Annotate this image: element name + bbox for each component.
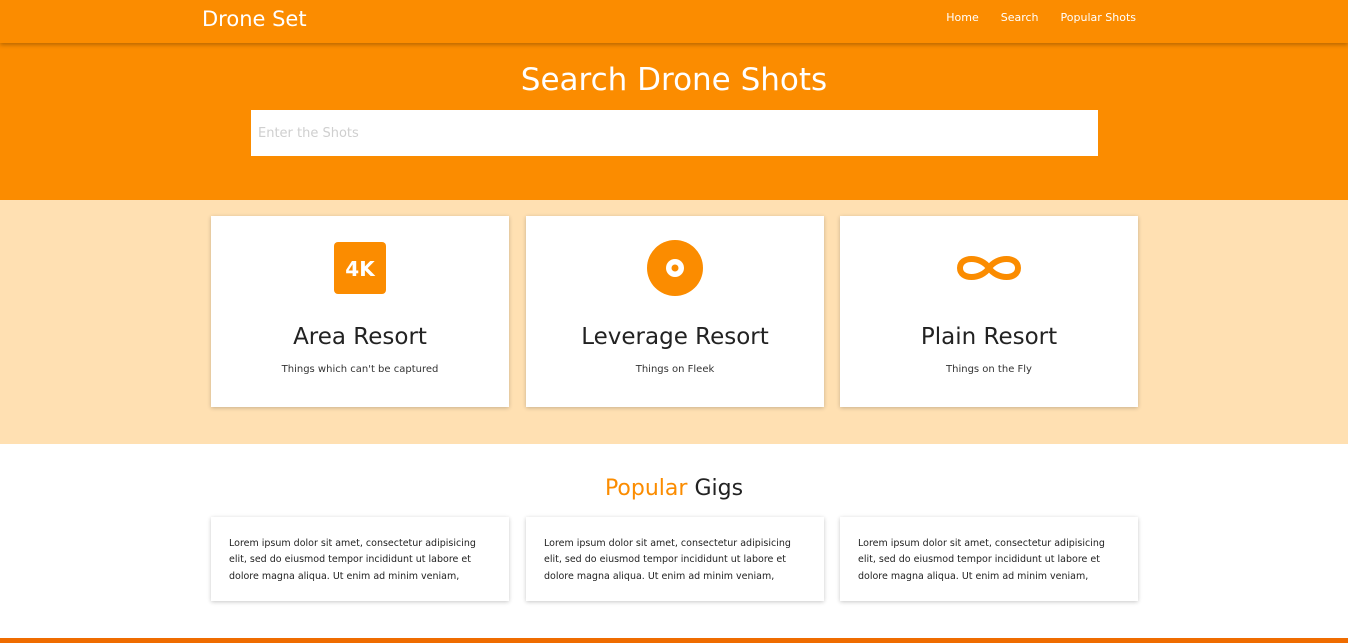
nav-link-popular-shots[interactable]: Popular Shots — [1061, 11, 1136, 25]
feature-title: Leverage Resort — [581, 324, 769, 350]
gig-card: Lorem ipsum dolor sit amet, consectetur … — [211, 517, 509, 601]
popular-gigs-section: Popular Gigs Lorem ipsum dolor sit amet,… — [0, 444, 1348, 638]
popular-gigs-title: Popular Gigs — [0, 475, 1348, 503]
feature-card-leverage-resort: Leverage Resort Things on Fleek — [526, 216, 824, 407]
popular-title-accent: Popular — [604, 476, 688, 501]
gig-card-text: Lorem ipsum dolor sit amet, consectetur … — [858, 538, 1105, 582]
gig-card-text: Lorem ipsum dolor sit amet, consectetur … — [544, 538, 791, 582]
gig-card: Lorem ipsum dolor sit amet, consectetur … — [526, 517, 824, 601]
features-section: 4K Area Resort Things which can't be cap… — [0, 200, 1348, 444]
gig-card: Lorem ipsum dolor sit amet, consectetur … — [840, 517, 1138, 601]
feature-subtitle: Things which can't be captured — [281, 364, 439, 375]
4k-icon: 4K — [211, 240, 509, 296]
hero-title: Search Drone Shots — [520, 62, 828, 98]
feature-title: Area Resort — [293, 324, 427, 350]
top-navbar: Drone Set Home Search Popular Shots — [0, 0, 1348, 43]
brand-logo[interactable]: Drone Set — [202, 6, 307, 32]
nav-links: Home Search Popular Shots — [946, 11, 1136, 25]
nav-link-search[interactable]: Search — [1001, 11, 1039, 25]
feature-card-area-resort: 4K Area Resort Things which can't be cap… — [211, 216, 509, 407]
svg-text:4K: 4K — [345, 257, 376, 281]
gig-card-text: Lorem ipsum dolor sit amet, consectetur … — [229, 538, 476, 582]
hero-section: Search Drone Shots — [0, 43, 1348, 200]
infinity-icon — [840, 240, 1138, 296]
footer-bar — [0, 638, 1348, 643]
feature-subtitle: Things on Fleek — [635, 364, 715, 375]
feature-title: Plain Resort — [920, 324, 1058, 350]
nav-link-home[interactable]: Home — [946, 11, 978, 25]
feature-subtitle: Things on the Fly — [946, 364, 1032, 375]
popular-title-rest: Gigs — [687, 476, 744, 501]
feature-card-plain-resort: Plain Resort Things on the Fly — [840, 216, 1138, 407]
search-input[interactable] — [251, 110, 1098, 156]
disc-icon — [526, 240, 824, 296]
